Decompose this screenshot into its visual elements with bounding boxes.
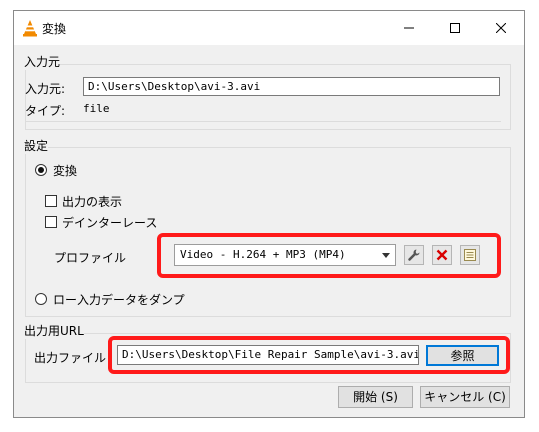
chevron-down-icon	[382, 253, 390, 258]
show-output-label: 出力の表示	[62, 195, 123, 209]
start-button[interactable]: 開始 (S)	[338, 386, 413, 408]
maximize-button[interactable]	[432, 11, 478, 45]
wrench-icon	[408, 249, 420, 261]
source-field[interactable]: D:\Users\Desktop\avi-3.avi	[83, 77, 500, 96]
window-title: 変換	[42, 22, 67, 36]
source-label: 入力元:	[25, 82, 66, 96]
new-profile-list-icon	[464, 249, 476, 261]
title-bar[interactable]: 変換	[14, 11, 524, 45]
delete-profile-button[interactable]	[432, 245, 452, 265]
input-divider	[25, 121, 501, 122]
convert-radio[interactable]	[35, 164, 47, 176]
profile-select-value: Video - H.264 + MP3 (MP4)	[180, 248, 346, 261]
dump-raw-label: ロー入力データをダンプ	[53, 293, 185, 307]
show-output-checkbox[interactable]	[45, 195, 57, 207]
maximize-icon	[450, 23, 460, 33]
cancel-button[interactable]: キャンセル (C)	[420, 386, 510, 408]
deinterlace-checkbox[interactable]	[45, 216, 57, 228]
close-button[interactable]	[478, 11, 524, 45]
output-file-label: 出力ファイル	[34, 351, 107, 365]
deinterlace-label: デインターレース	[62, 216, 158, 230]
input-group-title: 入力元	[24, 53, 61, 70]
vlc-cone-icon	[23, 20, 37, 37]
minimize-button[interactable]	[386, 11, 432, 45]
profile-label: プロファイル	[54, 251, 127, 265]
convert-dialog: 変換 入力元 入力元: D:\Users\Desktop\avi-3.avi タ…	[13, 10, 525, 418]
convert-label: 変換	[53, 164, 78, 178]
profile-select[interactable]: Video - H.264 + MP3 (MP4)	[174, 244, 396, 266]
output-group-title: 出力用URL	[24, 322, 84, 339]
settings-group-title: 設定	[24, 137, 49, 154]
edit-profile-button[interactable]	[404, 245, 424, 265]
browse-button[interactable]: 参照	[426, 345, 499, 366]
type-value: file	[83, 102, 110, 115]
delete-x-icon	[436, 249, 448, 261]
new-profile-button[interactable]	[460, 245, 480, 265]
minimize-icon	[404, 27, 414, 29]
output-file-field[interactable]: D:\Users\Desktop\File Repair Sample\avi-…	[117, 345, 419, 365]
dump-raw-radio[interactable]	[35, 293, 47, 305]
close-icon	[496, 23, 506, 33]
type-label: タイプ:	[25, 104, 66, 118]
